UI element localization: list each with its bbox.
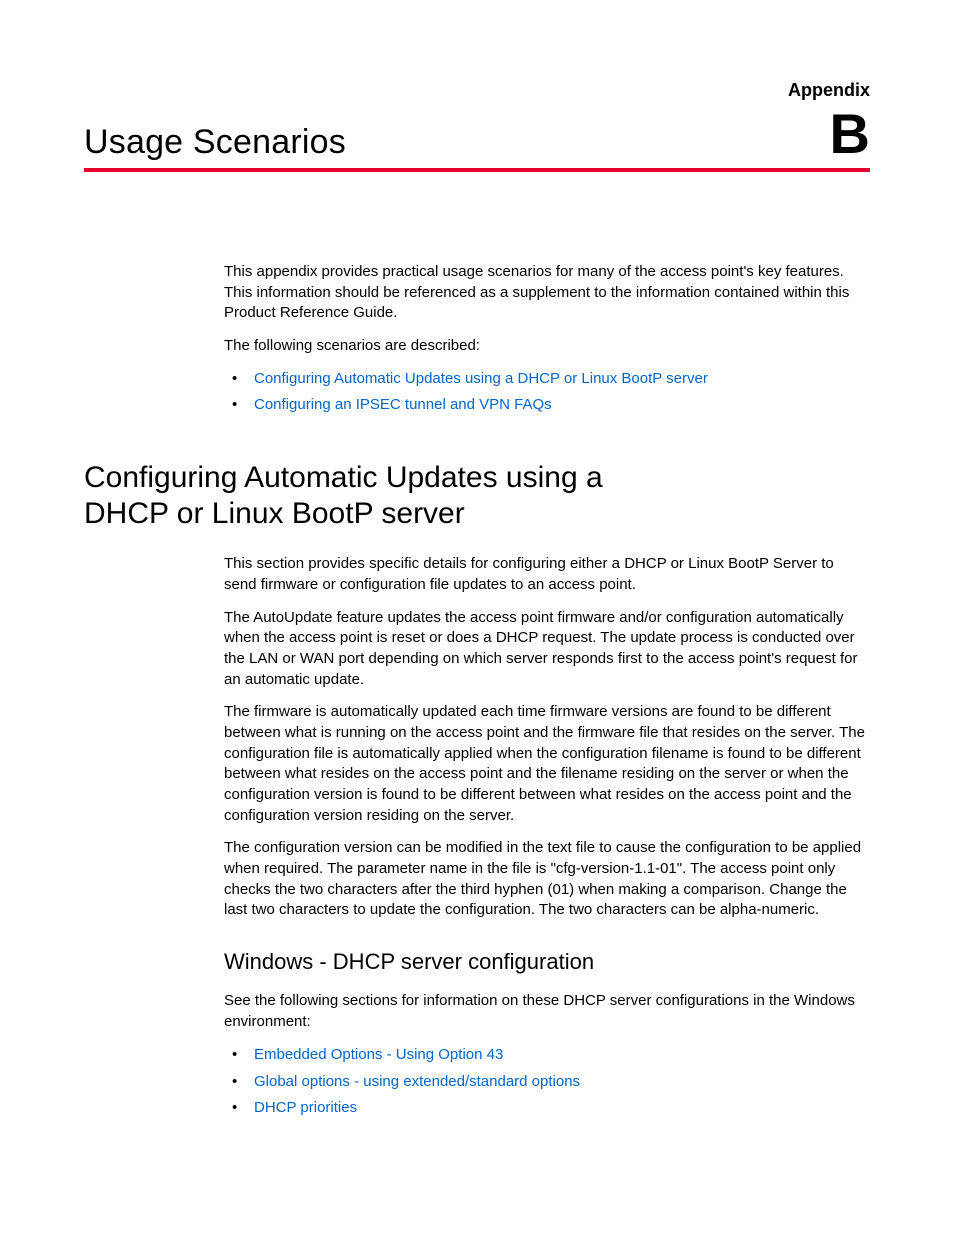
link-auto-updates[interactable]: Configuring Automatic Updates using a DH… xyxy=(254,370,708,387)
list-item: Global options - using extended/standard… xyxy=(246,1072,870,1093)
intro-link-list: Configuring Automatic Updates using a DH… xyxy=(224,369,870,416)
list-item: Embedded Options - Using Option 43 xyxy=(246,1045,870,1066)
intro-paragraph-1: This appendix provides practical usage s… xyxy=(224,262,870,324)
appendix-label-block: Appendix xyxy=(84,80,870,101)
red-divider xyxy=(84,168,870,172)
sub1-link-list: Embedded Options - Using Option 43 Globa… xyxy=(224,1045,870,1119)
section1-p4: The configuration version can be modifie… xyxy=(224,838,870,921)
intro-block: This appendix provides practical usage s… xyxy=(224,262,870,416)
section1-body: This section provides specific details f… xyxy=(224,554,870,1119)
title-row: Usage Scenarios B xyxy=(84,109,870,162)
page-title: Usage Scenarios xyxy=(84,123,346,162)
appendix-letter: B xyxy=(830,109,870,159)
document-page: Appendix Usage Scenarios B This appendix… xyxy=(0,0,954,1193)
list-item: Configuring Automatic Updates using a DH… xyxy=(246,369,870,390)
section-heading-auto-updates: Configuring Automatic Updates using a DH… xyxy=(84,460,644,532)
section1-p3: The firmware is automatically updated ea… xyxy=(224,702,870,826)
list-item: Configuring an IPSEC tunnel and VPN FAQs xyxy=(246,395,870,416)
sub1-p1: See the following sections for informati… xyxy=(224,991,870,1032)
link-ipsec-vpn[interactable]: Configuring an IPSEC tunnel and VPN FAQs xyxy=(254,396,552,413)
link-embedded-option43[interactable]: Embedded Options - Using Option 43 xyxy=(254,1046,503,1063)
intro-paragraph-2: The following scenarios are described: xyxy=(224,336,870,357)
section1-p2: The AutoUpdate feature updates the acces… xyxy=(224,608,870,691)
section1-p1: This section provides specific details f… xyxy=(224,554,870,595)
sub-heading-windows-dhcp: Windows - DHCP server configuration xyxy=(224,947,870,977)
list-item: DHCP priorities xyxy=(246,1098,870,1119)
link-dhcp-priorities[interactable]: DHCP priorities xyxy=(254,1099,357,1116)
link-global-options[interactable]: Global options - using extended/standard… xyxy=(254,1073,580,1090)
appendix-label: Appendix xyxy=(788,80,870,100)
